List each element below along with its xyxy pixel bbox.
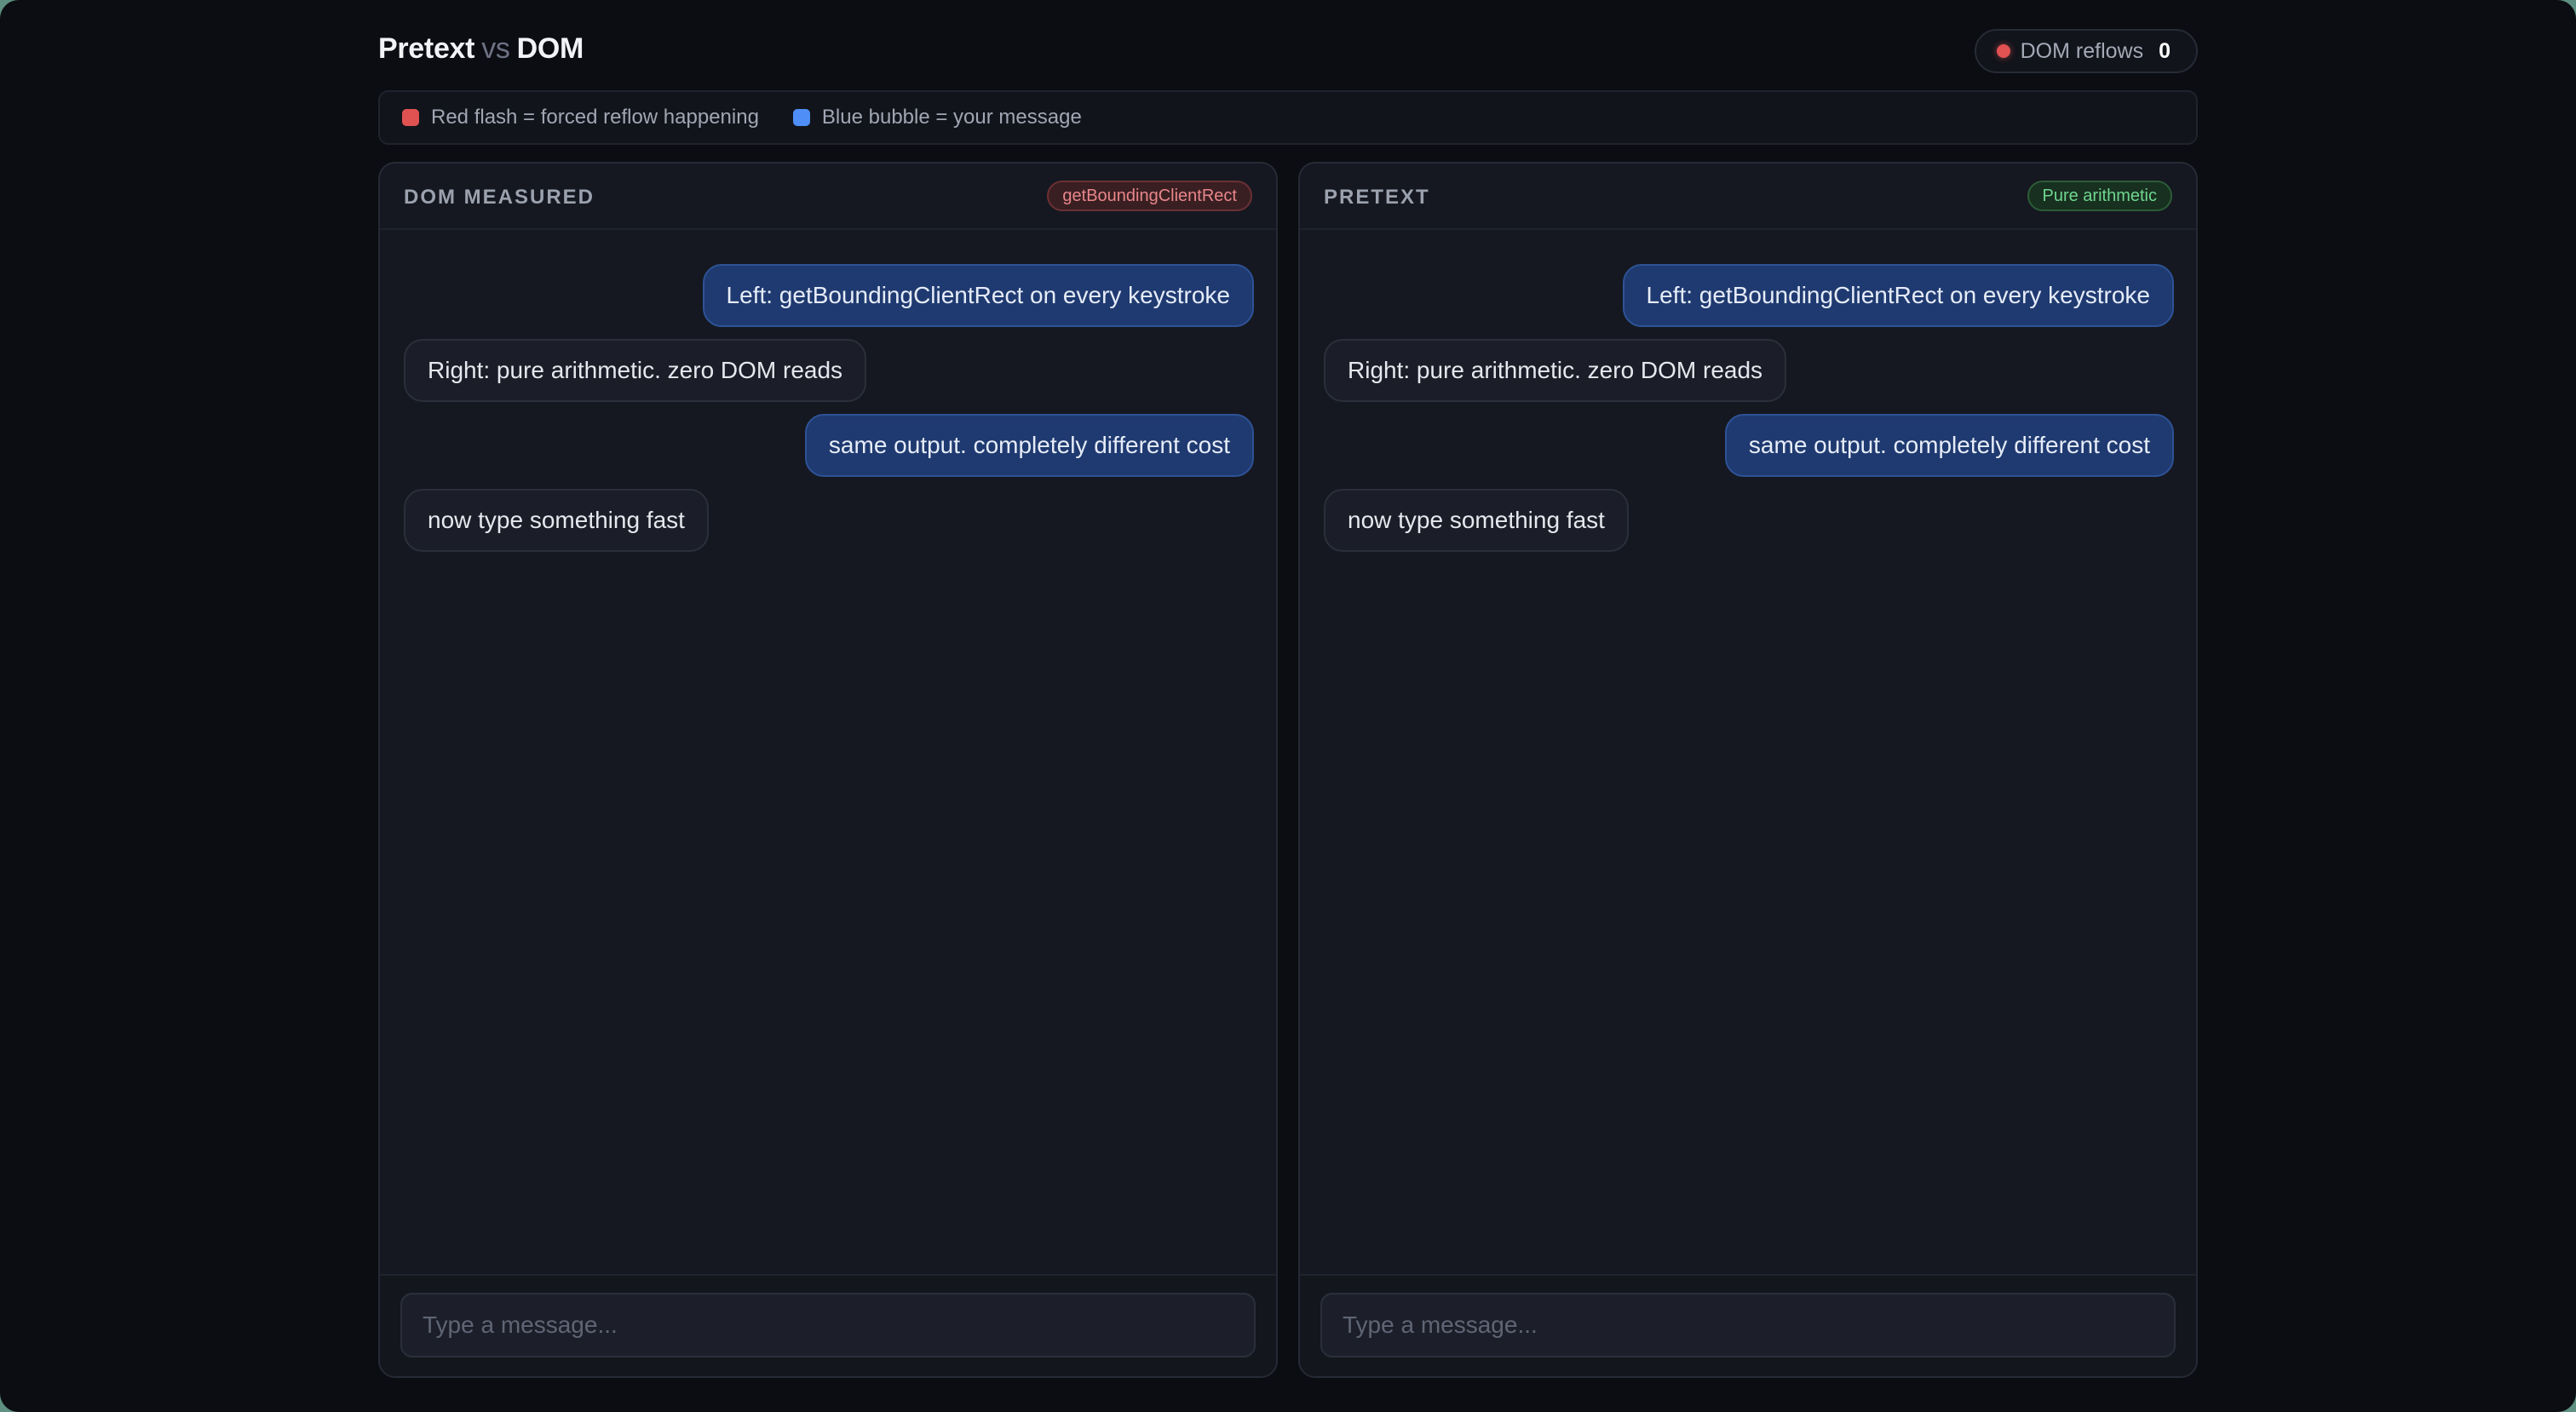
panel-title: PRETEXT xyxy=(1324,186,1430,209)
message-input[interactable] xyxy=(400,1293,1256,1357)
panel-header: DOM MEASURED getBoundingClientRect xyxy=(380,164,1276,230)
method-badge: getBoundingClientRect xyxy=(1047,181,1252,211)
pretext-panel: PRETEXT Pure arithmetic Left: getBoundin… xyxy=(1298,162,2198,1378)
title-dom: DOM xyxy=(516,32,584,65)
incoming-message-bubble: Right: pure arithmetic. zero DOM reads xyxy=(404,339,867,402)
reflow-indicator-dot-icon xyxy=(1996,44,2010,58)
message-row: Right: pure arithmetic. zero DOM reads xyxy=(404,339,1254,402)
message-composer xyxy=(1300,1274,2196,1376)
dom-reflows-counter: DOM reflows 0 xyxy=(1974,29,2198,73)
incoming-message-bubble: now type something fast xyxy=(1324,489,1629,552)
message-row: now type something fast xyxy=(404,489,1254,552)
legend-text-message: Blue bubble = your message xyxy=(821,106,1082,129)
incoming-message-bubble: now type something fast xyxy=(404,489,709,552)
panel-header: PRETEXT Pure arithmetic xyxy=(1300,164,2196,230)
outgoing-message-bubble: same output. completely different cost xyxy=(1724,414,2174,477)
outgoing-message-bubble: Left: getBoundingClientRect on every key… xyxy=(702,264,1254,327)
legend-bar: Red flash = forced reflow happening Blue… xyxy=(378,90,2198,145)
message-row: now type something fast xyxy=(1324,489,2174,552)
message-input[interactable] xyxy=(1320,1293,2176,1357)
message-row: same output. completely different cost xyxy=(1324,414,2174,477)
message-row: Right: pure arithmetic. zero DOM reads xyxy=(1324,339,2174,402)
legend-item-reflow: Red flash = forced reflow happening xyxy=(402,106,759,129)
page-header: Pretext vs DOM DOM reflows 0 xyxy=(378,24,2198,78)
incoming-message-bubble: Right: pure arithmetic. zero DOM reads xyxy=(1324,339,1787,402)
reflow-counter-value: 0 xyxy=(2159,38,2171,63)
outgoing-message-bubble: Left: getBoundingClientRect on every key… xyxy=(1622,264,2174,327)
outgoing-message-bubble: same output. completely different cost xyxy=(804,414,1254,477)
dom-measured-panel: DOM MEASURED getBoundingClientRect Left:… xyxy=(378,162,1278,1378)
panel-title: DOM MEASURED xyxy=(404,186,595,209)
message-row: same output. completely different cost xyxy=(404,414,1254,477)
message-list: Left: getBoundingClientRect on every key… xyxy=(1324,264,2174,564)
main-container: Pretext vs DOM DOM reflows 0 Red flash = f… xyxy=(378,0,2198,1412)
legend-item-message: Blue bubble = your message xyxy=(792,106,1082,129)
message-row: Left: getBoundingClientRect on every key… xyxy=(1324,264,2174,327)
title-vs: vs xyxy=(481,32,510,65)
red-swatch-icon xyxy=(402,109,419,126)
message-list: Left: getBoundingClientRect on every key… xyxy=(404,264,1254,564)
message-row: Left: getBoundingClientRect on every key… xyxy=(404,264,1254,327)
title-pretext: Pretext xyxy=(378,32,475,65)
message-composer xyxy=(380,1274,1276,1376)
method-badge: Pure arithmetic xyxy=(2027,181,2172,211)
reflow-counter-label: DOM reflows xyxy=(2020,38,2144,63)
blue-swatch-icon xyxy=(792,109,810,126)
legend-text-reflow: Red flash = forced reflow happening xyxy=(431,106,759,129)
page-title: Pretext vs DOM xyxy=(378,32,584,66)
app-window: Pretext vs DOM DOM reflows 0 Red flash = f… xyxy=(0,0,2576,1412)
